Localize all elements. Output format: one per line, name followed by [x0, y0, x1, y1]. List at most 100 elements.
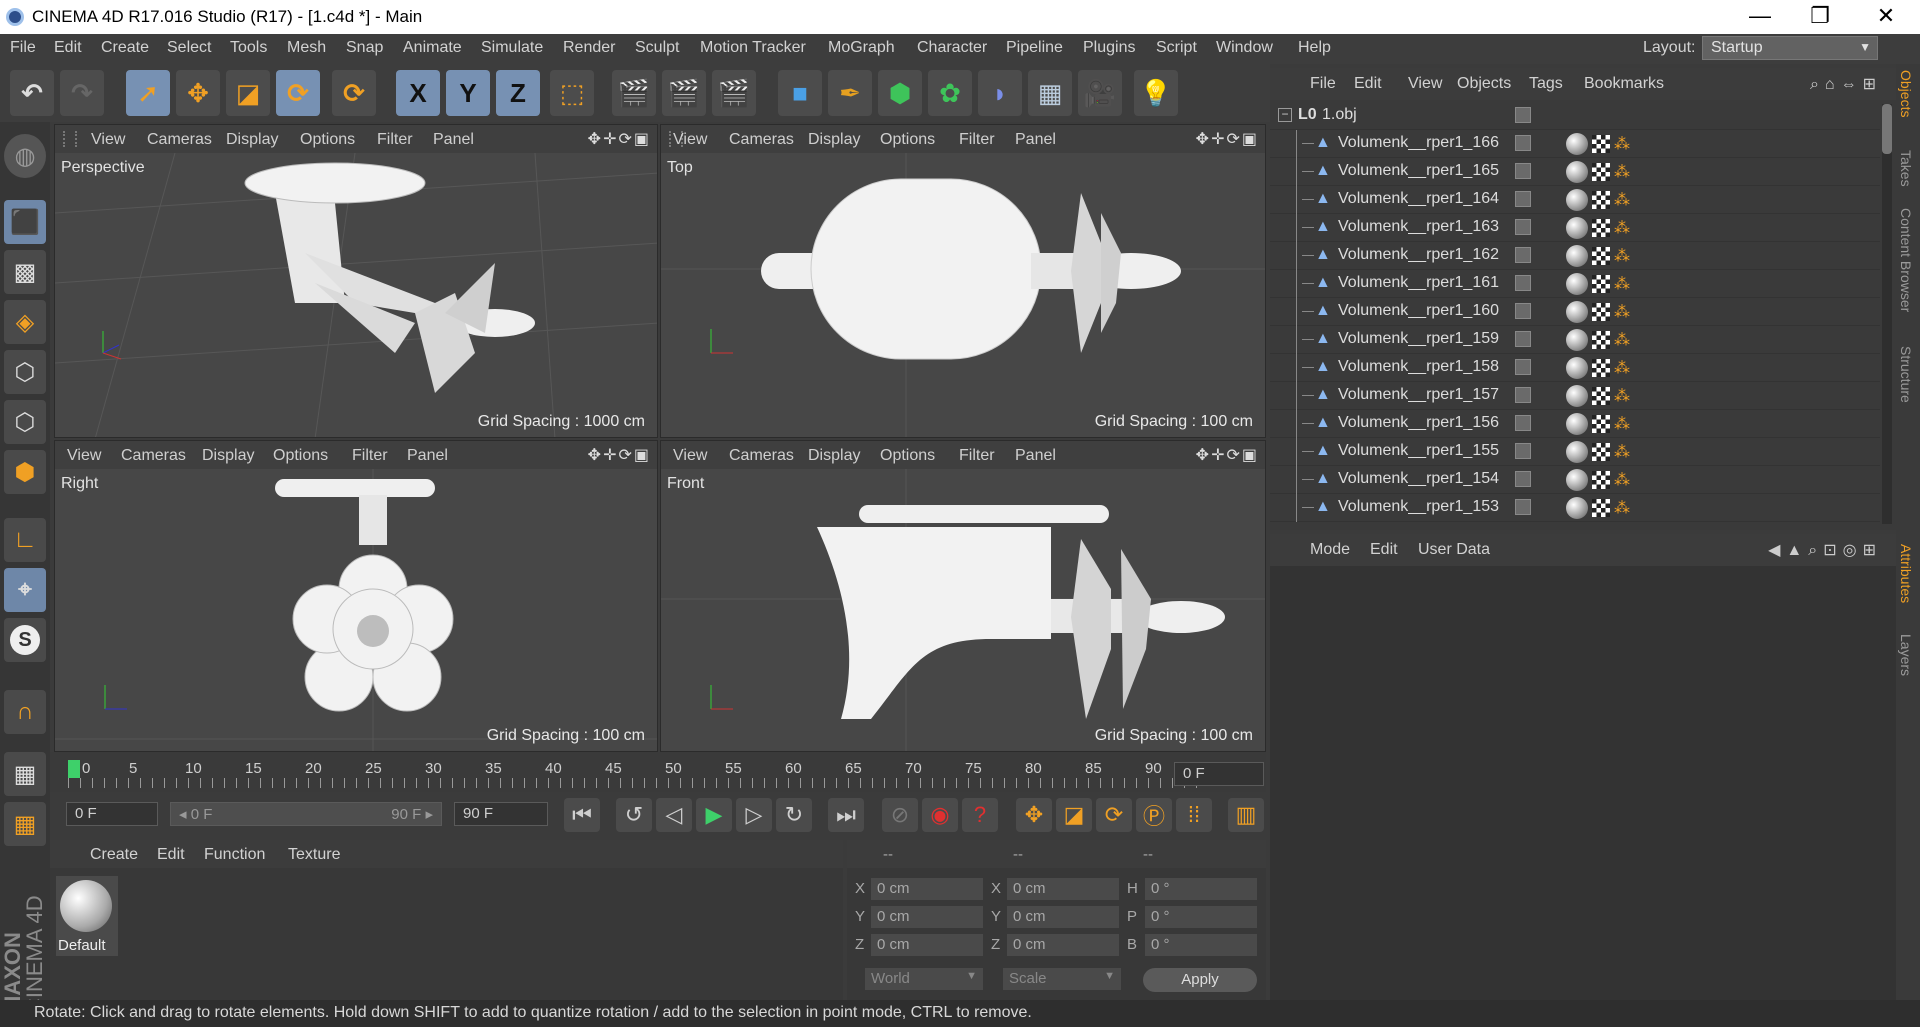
attr-menu-mode[interactable]: Mode: [1310, 541, 1350, 559]
menu-create[interactable]: Create: [101, 39, 149, 57]
menu-plugins[interactable]: Plugins: [1083, 39, 1135, 57]
camera-button[interactable]: 🎥: [1078, 70, 1122, 116]
edges-mode-button[interactable]: ⬡: [4, 400, 46, 444]
collapse-icon[interactable]: −: [1278, 108, 1292, 122]
material-tag-icon[interactable]: [1566, 161, 1588, 183]
texture-tag-icon[interactable]: [1592, 359, 1610, 377]
locked-workplane-button[interactable]: ▦: [4, 752, 46, 796]
texture-tag-icon[interactable]: [1592, 471, 1610, 489]
end-frame-field[interactable]: 90 F: [454, 802, 548, 826]
menu-simulate[interactable]: Simulate: [481, 39, 543, 57]
vp-menu-view[interactable]: View: [67, 447, 101, 465]
vp-menu-options[interactable]: Options: [880, 131, 935, 149]
menu-select[interactable]: Select: [167, 39, 211, 57]
rotation-h-field[interactable]: 0 °: [1145, 878, 1257, 900]
tree-row[interactable]: ▲ Volumenk__rper1_158 ⁂: [1270, 354, 1880, 382]
autokey-button[interactable]: ◉: [922, 798, 958, 832]
phong-tag-icon[interactable]: ⁂: [1614, 274, 1630, 294]
viewport-nav-icon[interactable]: ✥✛⟳▣: [588, 445, 651, 465]
size-mode-dropdown[interactable]: Scale ▼: [1003, 968, 1121, 990]
subdivision-surface-button[interactable]: ⬢: [878, 70, 922, 116]
vp-menu-view[interactable]: View: [673, 131, 707, 149]
tree-row[interactable]: ▲ Volumenk__rper1_162 ⁂: [1270, 242, 1880, 270]
menu-pipeline[interactable]: Pipeline: [1006, 39, 1063, 57]
key-pla-button[interactable]: ⁞⁞: [1176, 798, 1212, 832]
attr-menu-edit[interactable]: Edit: [1370, 541, 1398, 559]
tree-row[interactable]: ▲ Volumenk__rper1_165 ⁂: [1270, 158, 1880, 186]
viewport-nav-icon[interactable]: ✥✛⟳▣: [1196, 445, 1259, 465]
material-tag-icon[interactable]: [1566, 441, 1588, 463]
obj-menu-view[interactable]: View: [1408, 75, 1442, 93]
close-button[interactable]: ✕: [1858, 2, 1914, 32]
size-z-field[interactable]: 0 cm: [1007, 934, 1119, 956]
mat-menu-texture[interactable]: Texture: [288, 846, 340, 864]
search-home-icons[interactable]: ⌕⌂⇔⊞: [1810, 74, 1882, 94]
material-tag-icon[interactable]: [1566, 189, 1588, 211]
menu-snap[interactable]: Snap: [346, 39, 383, 57]
obj-menu-objects[interactable]: Objects: [1457, 75, 1511, 93]
viewport-nav-icon[interactable]: ✥✛⟳▣: [1196, 129, 1259, 149]
viewport-canvas[interactable]: [661, 153, 1265, 437]
scale-button[interactable]: ◪: [226, 70, 270, 116]
material-default[interactable]: Default: [56, 876, 118, 956]
coordinate-system-button[interactable]: ⬚: [550, 70, 594, 116]
array-button[interactable]: ✿: [928, 70, 972, 116]
goto-start-button[interactable]: ⏮: [564, 798, 600, 832]
rotation-p-field[interactable]: 0 °: [1145, 906, 1257, 928]
pen-spline-button[interactable]: ✒: [828, 70, 872, 116]
tab-content-browser[interactable]: Content Browser: [1898, 208, 1914, 312]
phong-tag-icon[interactable]: ⁂: [1614, 386, 1630, 406]
mat-menu-create[interactable]: Create: [90, 846, 138, 864]
polygons-mode-button[interactable]: ⬢: [4, 450, 46, 494]
current-frame-field[interactable]: 0 F: [1174, 762, 1264, 786]
tree-row[interactable]: ▲ Volumenk__rper1_163 ⁂: [1270, 214, 1880, 242]
texture-tag-icon[interactable]: [1592, 219, 1610, 237]
visibility-toggle[interactable]: [1515, 191, 1531, 207]
key-position-button[interactable]: ✥: [1016, 798, 1052, 832]
vp-menu-cameras[interactable]: Cameras: [121, 447, 186, 465]
viewport-perspective[interactable]: View Cameras Display Options Filter Pane…: [54, 124, 658, 438]
undo-button[interactable]: ↶: [10, 70, 54, 116]
timeline-window-button[interactable]: ▥: [1228, 798, 1264, 832]
menu-window[interactable]: Window: [1216, 39, 1273, 57]
tree-row[interactable]: ▲ Volumenk__rper1_164 ⁂: [1270, 186, 1880, 214]
goto-end-button[interactable]: ⏭: [828, 798, 864, 832]
tab-attributes[interactable]: Attributes: [1898, 544, 1914, 603]
vp-menu-options[interactable]: Options: [880, 447, 935, 465]
tree-row[interactable]: ▲ Volumenk__rper1_159 ⁂: [1270, 326, 1880, 354]
next-frame-button[interactable]: ▷: [736, 798, 772, 832]
texture-mode-button[interactable]: ▩: [4, 250, 46, 294]
frame-range-slider[interactable]: ◂ 0 F 90 F ▸: [170, 802, 442, 826]
move-button[interactable]: ✥: [176, 70, 220, 116]
snap-toggle-button[interactable]: S: [4, 618, 46, 662]
model-mode-button[interactable]: ⬛: [4, 200, 46, 244]
menu-motion-tracker[interactable]: Motion Tracker: [700, 39, 806, 57]
material-tag-icon[interactable]: [1566, 301, 1588, 323]
phong-tag-icon[interactable]: ⁂: [1614, 498, 1630, 518]
apply-button[interactable]: Apply: [1143, 968, 1257, 992]
menu-animate[interactable]: Animate: [403, 39, 462, 57]
recent-tools-button[interactable]: ⟳: [332, 70, 376, 116]
material-tag-icon[interactable]: [1566, 245, 1588, 267]
key-scale-button[interactable]: ◪: [1056, 798, 1092, 832]
tree-row[interactable]: ▲ Volumenk__rper1_156 ⁂: [1270, 410, 1880, 438]
phong-tag-icon[interactable]: ⁂: [1614, 330, 1630, 350]
scrollbar-thumb[interactable]: [1882, 104, 1892, 154]
mat-menu-function[interactable]: Function: [204, 846, 265, 864]
object-scrollbar[interactable]: [1882, 104, 1892, 524]
record-active-button[interactable]: ⊘: [882, 798, 918, 832]
position-z-field[interactable]: 0 cm: [871, 934, 983, 956]
texture-tag-icon[interactable]: [1592, 443, 1610, 461]
material-tag-icon[interactable]: [1566, 329, 1588, 351]
rotation-b-field[interactable]: 0 °: [1145, 934, 1257, 956]
viewport-canvas[interactable]: [661, 469, 1265, 751]
obj-menu-file[interactable]: File: [1310, 75, 1336, 93]
vp-menu-filter[interactable]: Filter: [352, 447, 388, 465]
vp-menu-cameras[interactable]: Cameras: [147, 131, 212, 149]
texture-tag-icon[interactable]: [1592, 275, 1610, 293]
visibility-toggle[interactable]: [1515, 163, 1531, 179]
phong-tag-icon[interactable]: ⁂: [1614, 218, 1630, 238]
vp-menu-filter[interactable]: Filter: [959, 131, 995, 149]
goto-prev-key-button[interactable]: ↺: [616, 798, 652, 832]
keyframe-selection-button[interactable]: ?: [962, 798, 998, 832]
